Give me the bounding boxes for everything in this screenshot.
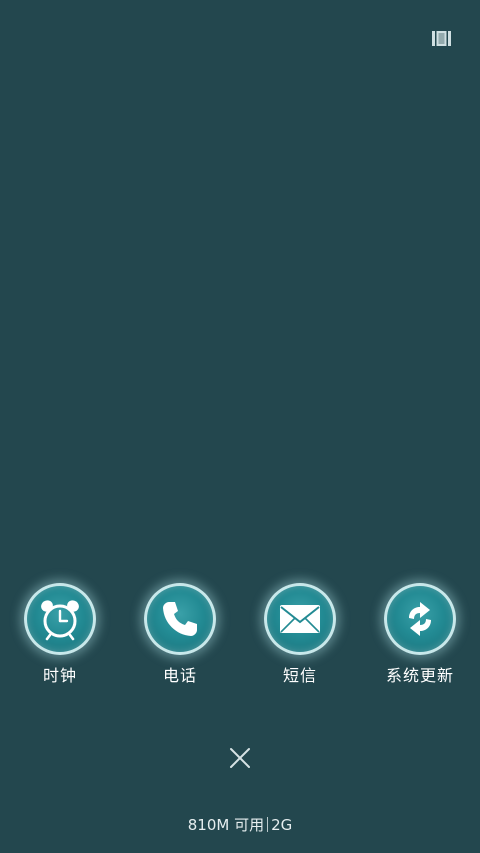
app-system-update[interactable]: 系统更新 [360, 583, 480, 693]
app-label-clock: 时钟 [42, 666, 77, 685]
memory-available: 810M 可用 [187, 816, 265, 834]
app-label-system-update: 系统更新 [385, 666, 454, 685]
alarm-clock-icon [24, 583, 96, 655]
phone-icon [144, 583, 216, 655]
app-label-messages: 短信 [282, 666, 317, 685]
app-label-phone: 电话 [162, 666, 197, 685]
app-messages[interactable]: 短信 [240, 583, 360, 693]
status-bar: 810M 可用 2G [0, 816, 480, 834]
app-shortcuts: 时钟 电话 短信 系统更新 [0, 583, 480, 693]
app-clock[interactable]: 时钟 [0, 583, 120, 693]
network-type: 2G [271, 816, 293, 834]
status-divider [267, 817, 269, 832]
view-switch-icon[interactable] [432, 31, 451, 46]
refresh-icon [384, 583, 456, 655]
close-icon[interactable] [227, 745, 253, 771]
envelope-icon [264, 583, 336, 655]
app-phone[interactable]: 电话 [120, 583, 240, 693]
